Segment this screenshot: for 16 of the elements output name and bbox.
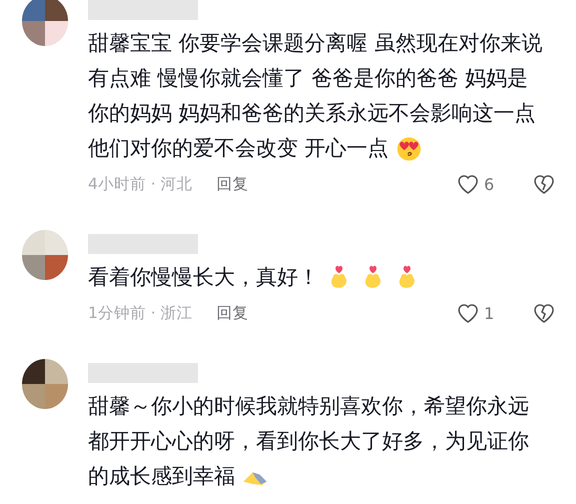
reply-link[interactable]: 回复 [216, 174, 249, 194]
heart-icon[interactable] [456, 301, 480, 325]
comment-text: 看着你慢慢长大，真好！ [88, 264, 319, 291]
reply-link[interactable]: 回复 [216, 302, 249, 324]
comment-text: 的成长感到幸福 [88, 463, 235, 490]
comment-meta: 1分钟前 · 浙江 [88, 302, 193, 324]
comment-meta: 4小时前 · 河北 [88, 174, 193, 194]
comment-text: 甜馨～你小的时候我就特别喜欢你，希望你永远 都开开心心的呀，看到你长大了好多，为见证你 [88, 393, 529, 455]
heart-eyes-emoji-icon [394, 134, 423, 162]
broken-heart-icon[interactable] [532, 172, 556, 196]
broken-heart-icon[interactable] [532, 301, 556, 325]
like-count: 6 [484, 174, 496, 194]
comment-text: 甜馨宝宝 你要学会课题分离喔 虽然现在对你来说 有点难 慢慢你就会懂了 爸爸是你的爸爸 妈妈是 你的妈妈 妈妈和爸爸的关系永远不会影响这一点 [88, 30, 542, 127]
comment-text: 他们对你的爱不会改变 开心一点 [88, 135, 389, 162]
like-count: 1 [484, 304, 496, 322]
heart-icon[interactable] [456, 172, 480, 196]
